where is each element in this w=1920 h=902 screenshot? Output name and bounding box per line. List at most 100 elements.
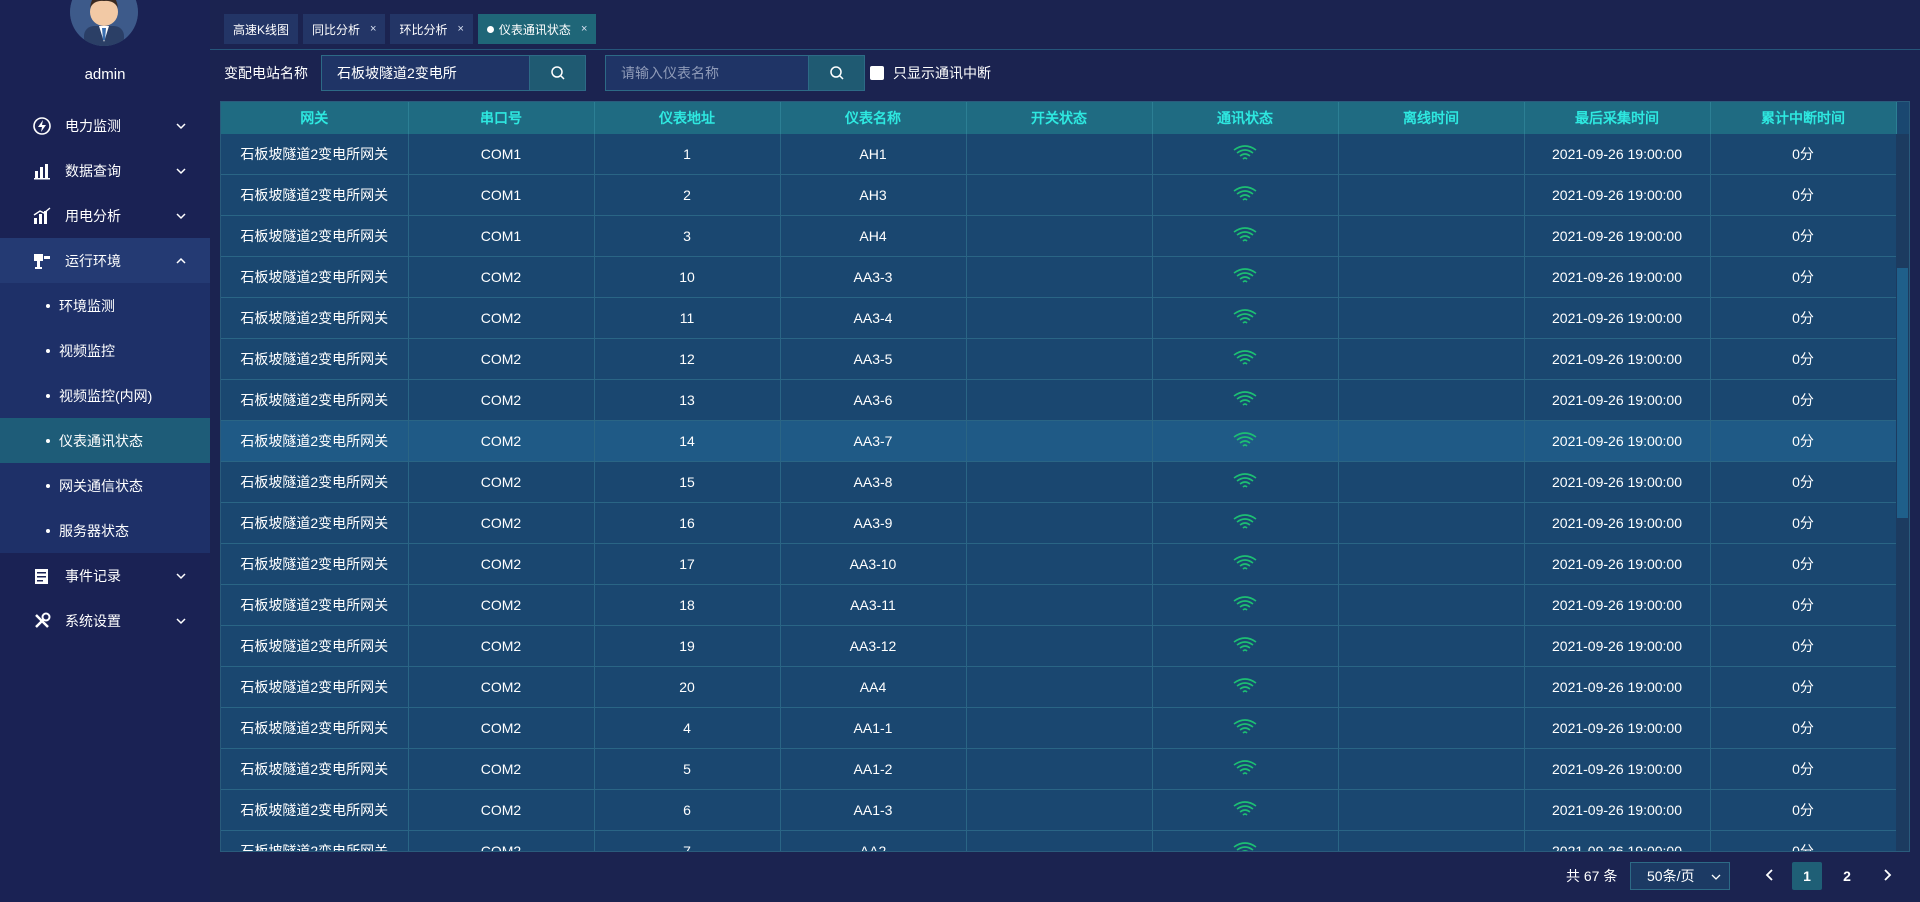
prev-page-button[interactable]	[1755, 862, 1785, 890]
tab-yoy-analysis[interactable]: 同比分析 ×	[303, 14, 386, 44]
active-dot-icon	[486, 25, 494, 33]
search-icon	[829, 66, 844, 80]
submenu-item-meter-comm-status[interactable]: 仪表通讯状态	[0, 418, 210, 463]
cell-gateway: 石板坡隧道2变电所网关	[221, 625, 409, 667]
submenu-item-server-status[interactable]: 服务器状态	[0, 508, 210, 553]
table-row[interactable]: 石板坡隧道2变电所网关 COM1 1 AH1 2021-09-26 19:00:00 0分	[221, 134, 1897, 175]
signal-online-icon	[1233, 390, 1257, 406]
cell-gateway: 石板坡隧道2变电所网关	[221, 543, 409, 585]
cell-gateway: 石板坡隧道2变电所网关	[221, 830, 409, 851]
table-row[interactable]: 石板坡隧道2变电所网关 COM2 12 AA3-5 2021-09-26 19:00:0…	[221, 338, 1897, 380]
meter-status-table: 网关 串口号 仪表地址 仪表名称 开关状态 通讯状态 离线时间 最后采集时间 累…	[220, 101, 1910, 852]
submenu-label: 网关通信状态	[59, 477, 143, 494]
cell-gateway: 石板坡隧道2变电所网关	[221, 584, 409, 626]
cell-switch-status	[966, 215, 1153, 257]
vertical-scrollbar[interactable]	[1896, 134, 1909, 851]
meter-name-input[interactable]	[605, 55, 808, 91]
station-search-group	[321, 55, 586, 91]
column-header-switch-status: 开关状态	[966, 102, 1153, 134]
tab-label: 仪表通讯状态	[498, 22, 571, 37]
runtime-env-submenu: 环境监测 视频监控 视频监控(内网) 仪表通讯状态 网关通信状态 服务器状态	[0, 283, 210, 553]
cell-meter-name: AA3-3	[780, 256, 967, 298]
table-row[interactable]: 石板坡隧道2变电所网关 COM2 4 AA1-1 2021-09-26 19:00:00…	[221, 707, 1897, 749]
table-row[interactable]: 石板坡隧道2变电所网关 COM2 14 AA3-7 2021-09-26 19:00:0…	[221, 420, 1897, 462]
close-icon[interactable]: ×	[370, 23, 376, 35]
close-icon[interactable]: ×	[581, 23, 587, 35]
scrollbar-thumb[interactable]	[1897, 268, 1908, 518]
tab-kline[interactable]: 高速K线图	[224, 14, 299, 44]
cell-switch-status	[966, 461, 1153, 503]
table-row[interactable]: 石板坡隧道2变电所网关 COM2 13 AA3-6 2021-09-26 19:00:0…	[221, 379, 1897, 421]
cell-meter-name: AA3-9	[780, 502, 967, 544]
table-row[interactable]: 石板坡隧道2变电所网关 COM2 17 AA3-10 2021-09-26 19:00:…	[221, 543, 1897, 585]
cell-port: COM2	[408, 666, 595, 708]
cell-gateway: 石板坡隧道2变电所网关	[221, 502, 409, 544]
cell-comm-status	[1152, 830, 1339, 851]
page-size-value: 50条/页	[1647, 868, 1695, 884]
menu-item-runtime-env[interactable]: 运行环境	[0, 238, 210, 283]
table-row[interactable]: 石板坡隧道2变电所网关 COM1 2 AH3 2021-09-26 19:00:00 0分	[221, 174, 1897, 216]
user-avatar[interactable]	[70, 0, 138, 46]
cell-last-collect-time: 2021-09-26 19:00:00	[1524, 256, 1711, 298]
next-page-button[interactable]	[1872, 862, 1902, 890]
cell-last-collect-time: 2021-09-26 19:00:00	[1524, 666, 1711, 708]
station-search-button[interactable]	[529, 55, 586, 91]
cell-offline-time	[1338, 215, 1525, 257]
cell-total-interrupt-time: 0分	[1710, 338, 1897, 380]
page-size-select[interactable]: 50条/页	[1630, 862, 1730, 890]
table-row[interactable]: 石板坡隧道2变电所网关 COM2 15 AA3-8 2021-09-26 19:00:0…	[221, 461, 1897, 503]
cell-meter-address: 3	[594, 215, 781, 257]
table-row[interactable]: 石板坡隧道2变电所网关 COM1 3 AH4 2021-09-26 19:00:00 0分	[221, 215, 1897, 257]
cell-offline-time	[1338, 174, 1525, 216]
tab-bar: 高速K线图 同比分析 × 环比分析 × 仪表通讯状态 ×	[224, 14, 597, 44]
page-button-1[interactable]: 1	[1792, 862, 1822, 890]
menu-item-usage-analysis[interactable]: 用电分析	[0, 193, 210, 238]
menu-label: 电力监测	[65, 117, 121, 134]
power-icon	[33, 116, 51, 135]
cell-switch-status	[966, 256, 1153, 298]
submenu-item-gateway-comm-status[interactable]: 网关通信状态	[0, 463, 210, 508]
menu-item-data-query[interactable]: 数据查询	[0, 148, 210, 193]
cell-switch-status	[966, 543, 1153, 585]
environment-icon	[33, 252, 51, 270]
menu-item-event-log[interactable]: 事件记录	[0, 553, 210, 598]
cell-comm-status	[1152, 297, 1339, 339]
column-header-gateway: 网关	[221, 102, 409, 134]
tab-mom-analysis[interactable]: 环比分析 ×	[390, 14, 473, 44]
cell-gateway: 石板坡隧道2变电所网关	[221, 789, 409, 831]
cell-gateway: 石板坡隧道2变电所网关	[221, 461, 409, 503]
table-row[interactable]: 石板坡隧道2变电所网关 COM2 11 AA3-4 2021-09-26 19:00:0…	[221, 297, 1897, 339]
cell-port: COM2	[408, 543, 595, 585]
cell-meter-name: AA3-4	[780, 297, 967, 339]
cell-switch-status	[966, 666, 1153, 708]
bullet-icon	[46, 303, 50, 308]
table-row[interactable]: 石板坡隧道2变电所网关 COM2 20 AA4 2021-09-26 19:00:00 0…	[221, 666, 1897, 708]
station-input[interactable]	[321, 55, 529, 91]
table-row[interactable]: 石板坡隧道2变电所网关 COM2 7 AA2 2021-09-26 19:00:00 0分	[221, 830, 1897, 851]
table-row[interactable]: 石板坡隧道2变电所网关 COM2 10 AA3-3 2021-09-26 19:00:0…	[221, 256, 1897, 298]
cell-offline-time	[1338, 338, 1525, 380]
tab-meter-comm-status[interactable]: 仪表通讯状态 ×	[477, 14, 597, 44]
table-row[interactable]: 石板坡隧道2变电所网关 COM2 5 AA1-2 2021-09-26 19:00:00…	[221, 748, 1897, 790]
close-icon[interactable]: ×	[457, 23, 463, 35]
table-row[interactable]: 石板坡隧道2变电所网关 COM2 16 AA3-9 2021-09-26 19:00:0…	[221, 502, 1897, 544]
table-row[interactable]: 石板坡隧道2变电所网关 COM2 6 AA1-3 2021-09-26 19:00:00…	[221, 789, 1897, 831]
page-button-2[interactable]: 2	[1832, 862, 1862, 890]
table-row[interactable]: 石板坡隧道2变电所网关 COM2 18 AA3-11 2021-09-26 19:00:…	[221, 584, 1897, 626]
column-header-port: 串口号	[408, 102, 595, 134]
submenu-item-env-monitor[interactable]: 环境监测	[0, 283, 210, 328]
meter-search-button[interactable]	[808, 55, 865, 91]
checkbox-box[interactable]	[870, 66, 884, 80]
cell-comm-status	[1152, 420, 1339, 462]
menu-item-system-settings[interactable]: 系统设置	[0, 598, 210, 643]
submenu-item-video-monitor[interactable]: 视频监控	[0, 328, 210, 373]
cell-gateway: 石板坡隧道2变电所网关	[221, 666, 409, 708]
cell-last-collect-time: 2021-09-26 19:00:00	[1524, 461, 1711, 503]
only-interrupted-checkbox[interactable]: 只显示通讯中断	[870, 55, 991, 91]
cell-port: COM2	[408, 379, 595, 421]
table-row[interactable]: 石板坡隧道2变电所网关 COM2 19 AA3-12 2021-09-26 19:00:…	[221, 625, 1897, 667]
cell-meter-address: 18	[594, 584, 781, 626]
menu-item-power-monitor[interactable]: 电力监测	[0, 103, 210, 148]
submenu-item-video-monitor-intranet[interactable]: 视频监控(内网)	[0, 373, 210, 418]
cell-gateway: 石板坡隧道2变电所网关	[221, 134, 409, 175]
